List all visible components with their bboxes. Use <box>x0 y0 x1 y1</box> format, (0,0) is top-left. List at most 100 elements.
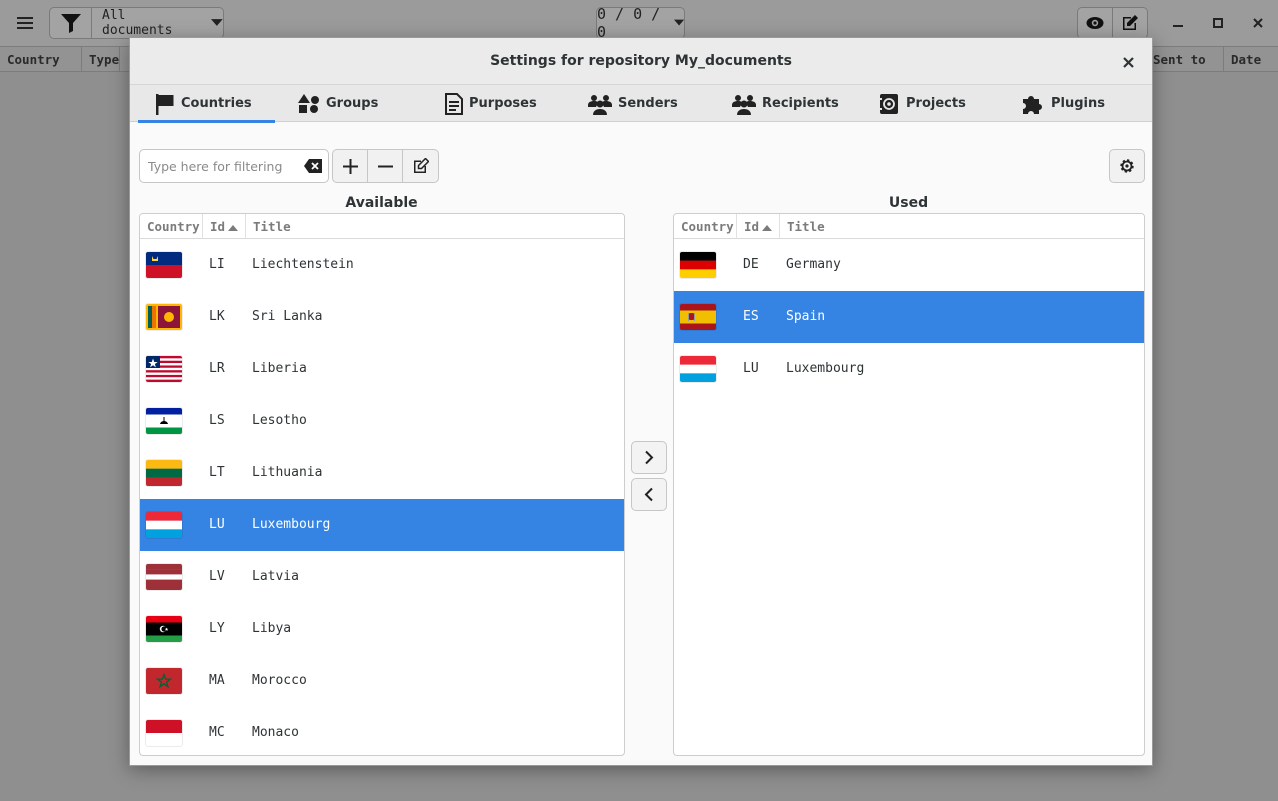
available-row[interactable]: MC Monaco <box>140 707 624 755</box>
column-date[interactable]: Date <box>1224 47 1278 72</box>
puzzle-icon <box>1023 95 1042 114</box>
tab-label: Plugins <box>1051 96 1105 111</box>
available-row[interactable]: LY Libya <box>140 603 624 655</box>
available-row[interactable]: LU Luxembourg <box>140 499 624 551</box>
available-list[interactable]: Country Id Title LI Liechtenstein LK Sri La… <box>139 213 625 756</box>
flag-de-icon <box>680 252 716 278</box>
country-title: Spain <box>786 309 826 324</box>
flag-lu-icon <box>146 512 182 538</box>
used-row[interactable]: ES Spain <box>674 291 1144 343</box>
country-title: Latvia <box>252 569 299 584</box>
available-row[interactable]: LR Liberia <box>140 343 624 395</box>
document-icon <box>445 92 463 115</box>
people-icon <box>732 94 756 115</box>
tab-purposes[interactable]: Purposes <box>445 85 537 122</box>
title-column-header[interactable]: Title <box>246 214 624 239</box>
counter-dropdown[interactable]: 0 / 0 / 0 <box>596 5 685 41</box>
clear-text-icon[interactable] <box>304 159 322 173</box>
flag-li-icon <box>146 252 182 278</box>
country-id: LR <box>209 361 225 376</box>
available-row[interactable]: LI Liechtenstein <box>140 239 624 291</box>
available-rows: LI Liechtenstein LK Sri Lanka LR Liberia LS Les… <box>140 239 624 755</box>
settings-tabs: Countries Groups Purposes Senders Recipi… <box>130 85 1152 123</box>
available-row[interactable]: LK Sri Lanka <box>140 291 624 343</box>
funnel-icon <box>60 14 81 33</box>
country-id: LV <box>209 569 225 584</box>
column-type[interactable]: Type <box>82 47 120 72</box>
country-column-header[interactable]: Country <box>140 214 203 239</box>
edit-icon <box>1123 15 1138 30</box>
used-list[interactable]: Country Id Title DE Germany ES Spain LU Luxem… <box>673 213 1145 756</box>
dialog-title: Settings for repository My_documents <box>490 53 792 69</box>
used-rows: DE Germany ES Spain LU Luxembourg <box>674 239 1144 395</box>
country-id: LI <box>209 257 225 272</box>
gear-icon <box>1120 159 1134 173</box>
tab-recipients[interactable]: Recipients <box>732 85 839 122</box>
tab-plugins[interactable]: Plugins <box>1021 85 1105 122</box>
available-row[interactable]: LT Lithuania <box>140 447 624 499</box>
chevron-down-icon <box>211 19 223 26</box>
country-column-header[interactable]: Country <box>674 214 737 239</box>
used-row[interactable]: LU Luxembourg <box>674 343 1144 395</box>
filter-toggle-button[interactable] <box>49 7 92 39</box>
minus-icon <box>377 165 393 167</box>
counter-label: 0 / 0 / 0 <box>597 5 661 41</box>
flag-icon <box>156 93 174 115</box>
flag-lt-icon <box>146 460 182 486</box>
title-column-header[interactable]: Title <box>780 214 1144 239</box>
country-id: MC <box>209 725 225 740</box>
edit-button[interactable] <box>1112 7 1148 39</box>
tab-label: Senders <box>618 96 678 111</box>
id-column-header[interactable]: Id <box>203 214 246 239</box>
tab-projects[interactable]: Projects <box>878 85 966 122</box>
minimize-button[interactable] <box>1167 12 1189 34</box>
filter-field[interactable] <box>139 149 329 183</box>
country-id: MA <box>209 673 225 688</box>
country-id: ES <box>743 309 759 324</box>
flag-lk-icon <box>146 304 182 330</box>
window-close-button[interactable] <box>1247 12 1269 34</box>
dialog-titlebar: Settings for repository My_documents <box>130 38 1152 85</box>
tab-groups[interactable]: Groups <box>298 85 378 122</box>
column-sent-to[interactable]: Sent to <box>1146 47 1224 72</box>
flag-es-icon <box>680 304 716 330</box>
document-filter-select[interactable]: All documents <box>91 7 224 39</box>
available-row[interactable]: LV Latvia <box>140 551 624 603</box>
country-title: Luxembourg <box>252 517 331 532</box>
tab-label: Countries <box>181 96 252 111</box>
flag-ma-icon <box>146 668 182 694</box>
filter-input[interactable] <box>148 158 298 174</box>
country-id: LU <box>743 361 759 376</box>
tab-label: Groups <box>326 96 379 111</box>
edit-item-button[interactable] <box>403 150 438 182</box>
preview-button[interactable] <box>1077 7 1113 39</box>
maximize-button[interactable] <box>1207 12 1229 34</box>
eye-icon <box>1086 17 1104 29</box>
tab-senders[interactable]: Senders <box>588 85 678 122</box>
remove-button[interactable] <box>368 150 403 182</box>
used-row[interactable]: DE Germany <box>674 239 1144 291</box>
country-title: Luxembourg <box>786 361 865 376</box>
tab-label: Purposes <box>469 96 537 111</box>
add-button[interactable] <box>333 150 368 182</box>
column-country[interactable]: Country <box>0 47 82 72</box>
available-row[interactable]: MA Morocco <box>140 655 624 707</box>
minimize-icon <box>1173 25 1183 27</box>
move-to-available-button[interactable] <box>631 478 667 511</box>
hamburger-icon <box>17 17 33 29</box>
country-id: LY <box>209 621 225 636</box>
settings-button[interactable] <box>1109 149 1145 183</box>
menu-button[interactable] <box>8 7 42 39</box>
available-row[interactable]: LS Lesotho <box>140 395 624 447</box>
document-filter-label: All documents <box>102 8 173 38</box>
tab-countries[interactable]: Countries <box>138 85 275 123</box>
sort-ascending-icon <box>228 224 239 231</box>
move-to-used-button[interactable] <box>631 441 667 474</box>
flag-ls-icon <box>146 408 182 434</box>
sort-ascending-icon <box>762 224 773 231</box>
dialog-close-button[interactable] <box>1117 51 1139 73</box>
id-column-header[interactable]: Id <box>737 214 780 239</box>
close-icon <box>1253 18 1263 28</box>
country-title: Monaco <box>252 725 299 740</box>
chevron-down-icon <box>673 19 684 26</box>
